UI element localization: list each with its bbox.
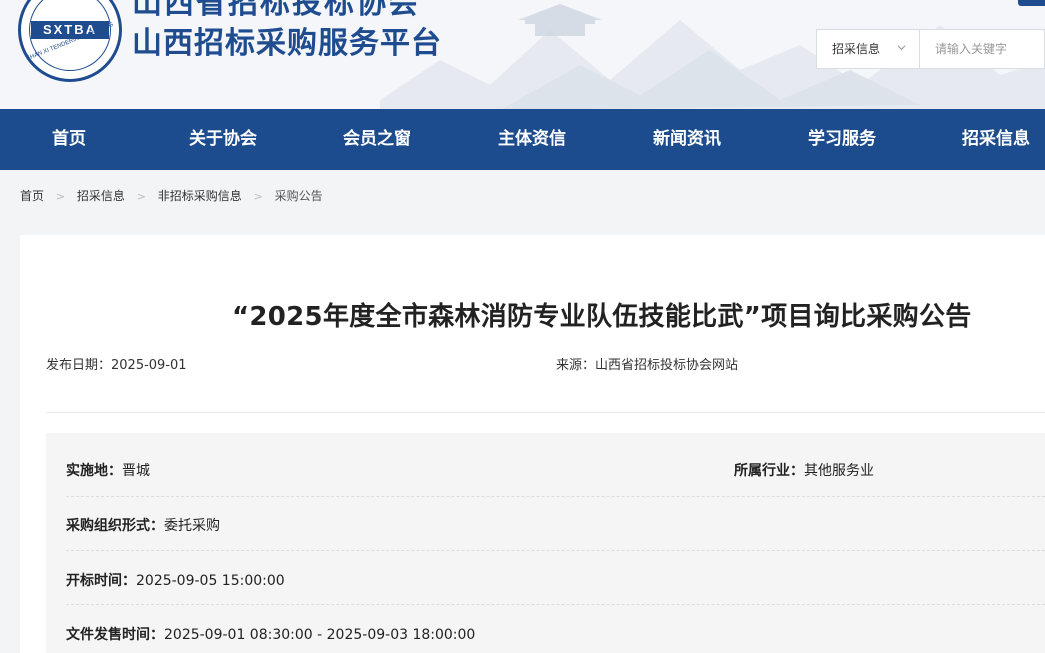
nav-item-about[interactable]: 关于协会 — [189, 109, 257, 170]
location-label: 实施地： — [66, 463, 122, 479]
search-category-select[interactable]: 招采信息 — [817, 30, 920, 68]
site-header: SXTBA SHAN XI TENDERING & BIDDING 山西省招标投… — [0, 0, 1045, 109]
sale-time-label: 文件发售时间： — [66, 627, 164, 643]
nav-item-procurement[interactable]: 招采信息 — [962, 109, 1030, 170]
location-value: 晋城 — [122, 463, 150, 479]
sale-time-field: 文件发售时间：2025-09-01 08:30:00 - 2025-09-03 … — [66, 624, 475, 644]
breadcrumb-separator-icon: > — [253, 190, 263, 203]
org-form-field: 采购组织形式：委托采购 — [66, 515, 220, 535]
sale-time-value: 2025-09-01 08:30:00 - 2025-09-03 18:00:0… — [164, 627, 476, 643]
row-divider — [66, 550, 1045, 551]
main-nav: 首页 关于协会 会员之窗 主体资信 新闻资讯 学习服务 招采信息 — [0, 109, 1045, 170]
chevron-down-icon — [897, 45, 906, 51]
search-input[interactable] — [921, 30, 1045, 68]
location-field: 实施地：晋城 — [66, 460, 150, 480]
breadcrumb-home[interactable]: 首页 — [20, 189, 44, 203]
divider — [46, 412, 1045, 413]
breadcrumb-procurement[interactable]: 招采信息 — [77, 189, 125, 203]
site-title-main: 山西招标采购服务平台 — [132, 26, 442, 61]
row-divider — [66, 604, 1045, 605]
open-time-value: 2025-09-05 15:00:00 — [136, 573, 285, 589]
industry-label: 所属行业： — [734, 463, 804, 479]
details-panel: 实施地：晋城 所属行业：其他服务业 采购组织形式：委托采购 开标时间：2025-… — [46, 433, 1045, 653]
article-source: 来源：山西省招标投标协会网站 — [556, 358, 739, 373]
breadcrumb-separator-icon: > — [55, 190, 66, 203]
industry-field: 所属行业：其他服务业 — [734, 460, 874, 480]
breadcrumb: 首页 > 招采信息 > 非招标采购信息 > 采购公告 — [20, 187, 323, 204]
open-time-field: 开标时间：2025-09-05 15:00:00 — [66, 570, 285, 590]
nav-item-credit[interactable]: 主体资信 — [498, 109, 566, 170]
breadcrumb-separator-icon: > — [136, 190, 146, 203]
org-form-label: 采购组织形式： — [66, 518, 164, 534]
breadcrumb-non-tender[interactable]: 非招标采购信息 — [158, 189, 242, 203]
sxtba-logo[interactable]: SXTBA SHAN XI TENDERING & BIDDING — [18, 0, 122, 82]
nav-item-learning[interactable]: 学习服务 — [808, 109, 876, 170]
industry-value: 其他服务业 — [804, 463, 874, 479]
article-title: “2025年度全市森林消防专业队伍技能比武”项目询比采购公告 — [232, 302, 972, 332]
breadcrumb-current: 采购公告 — [274, 189, 323, 203]
header-corner-button[interactable] — [1018, 0, 1045, 6]
row-divider — [66, 496, 1045, 497]
open-time-label: 开标时间： — [66, 573, 136, 589]
nav-item-home[interactable]: 首页 — [52, 109, 86, 170]
publish-date: 发布日期：2025-09-01 — [46, 358, 187, 373]
org-form-value: 委托采购 — [164, 518, 220, 534]
search-box: 招采信息 — [816, 29, 1045, 69]
nav-item-members[interactable]: 会员之窗 — [343, 109, 411, 170]
search-category-label: 招采信息 — [832, 42, 881, 56]
nav-item-news[interactable]: 新闻资讯 — [653, 109, 721, 170]
